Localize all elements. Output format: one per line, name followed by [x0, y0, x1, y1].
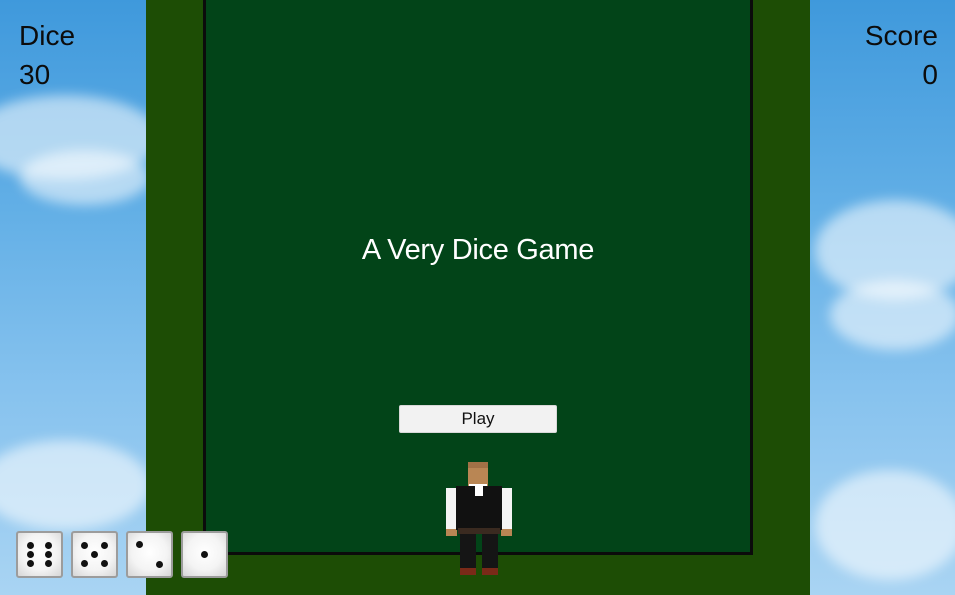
cloud-decoration: [20, 150, 150, 205]
cloud-decoration: [830, 280, 955, 350]
die-pip: [27, 542, 34, 549]
die-pip: [101, 560, 108, 567]
die-five[interactable]: [71, 531, 118, 578]
game-title: A Very Dice Game: [361, 234, 595, 266]
score-value: 0: [922, 59, 938, 90]
die-pip: [45, 560, 52, 567]
die-pip: [27, 551, 34, 558]
die-pip: [27, 560, 34, 567]
cloud-decoration: [815, 470, 955, 580]
game-stage: Dice 30 Score 0 A Very Dice Game Play: [0, 0, 955, 595]
die-three[interactable]: [126, 531, 173, 578]
player-character-icon: [446, 462, 512, 575]
die-six[interactable]: [16, 531, 63, 578]
die-pip: [91, 551, 98, 558]
die-pip: [156, 561, 163, 568]
die-pip: [81, 542, 88, 549]
die-pip: [81, 560, 88, 567]
play-button[interactable]: Play: [399, 405, 557, 433]
die-pip: [201, 551, 208, 558]
die-pip: [101, 542, 108, 549]
die-pip: [45, 542, 52, 549]
dice-count-value: 30: [19, 59, 51, 90]
die-pip: [45, 551, 52, 558]
die-pip: [136, 541, 143, 548]
cloud-decoration: [0, 440, 150, 530]
die-one[interactable]: [181, 531, 228, 578]
dice-count-label: Dice: [19, 20, 76, 51]
score-label: Score: [864, 20, 938, 51]
